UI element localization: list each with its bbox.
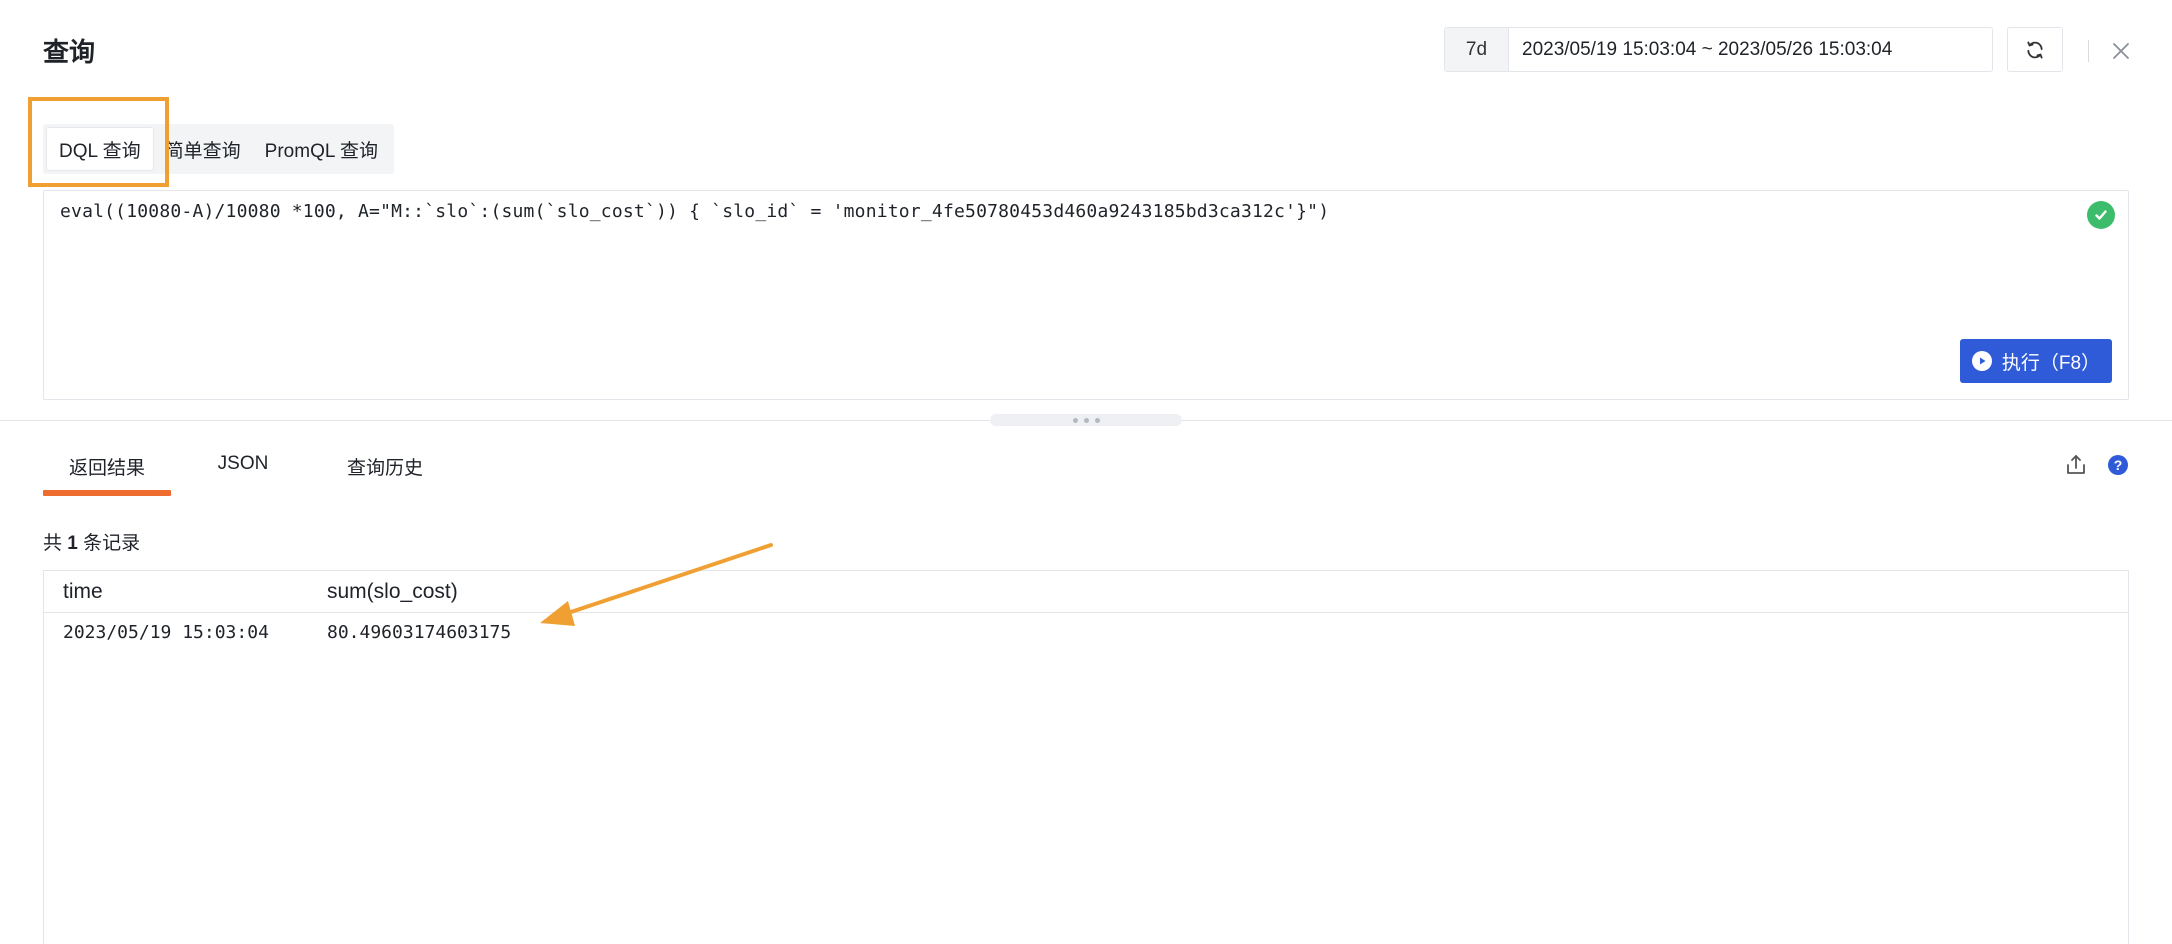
check-circle-icon xyxy=(2087,201,2115,229)
resize-handle[interactable] xyxy=(990,414,1182,426)
refresh-button[interactable] xyxy=(2007,27,2063,72)
cell-sum-slo-cost: 80.49603174603175 xyxy=(327,622,512,643)
result-tabs: 返回结果 JSON 查询历史 xyxy=(43,452,455,496)
results-table: time sum(slo_cost) 2023/05/19 15:03:04 8… xyxy=(43,570,2129,944)
tab-simple-query[interactable]: 简单查询 xyxy=(153,128,253,170)
column-header-sum-slo-cost[interactable]: sum(slo_cost) xyxy=(327,580,458,604)
play-icon xyxy=(1971,351,1992,371)
time-range-picker[interactable]: 7d 2023/05/19 15:03:04 ~ 2023/05/26 15:0… xyxy=(1444,27,1993,72)
time-preset[interactable]: 7d xyxy=(1445,28,1509,71)
record-count-suffix: 条记录 xyxy=(83,533,141,554)
cell-time: 2023/05/19 15:03:04 xyxy=(63,622,269,643)
run-button-label: 执行（F8） xyxy=(2001,352,2101,374)
page-title: 查询 xyxy=(43,37,96,67)
record-count-prefix: 共 xyxy=(43,533,63,554)
tab-query-history[interactable]: 查询历史 xyxy=(315,452,455,496)
help-icon[interactable]: ? xyxy=(2108,455,2128,475)
tab-results[interactable]: 返回结果 xyxy=(43,452,171,496)
column-header-time[interactable]: time xyxy=(63,580,103,604)
close-icon xyxy=(2113,43,2129,59)
time-range-value[interactable]: 2023/05/19 15:03:04 ~ 2023/05/26 15:03:0… xyxy=(1509,28,1992,71)
header-divider xyxy=(2088,40,2089,62)
export-icon[interactable] xyxy=(2064,453,2088,477)
table-row[interactable]: 2023/05/19 15:03:04 80.49603174603175 xyxy=(44,613,2128,653)
query-code[interactable]: eval((10080-A)/10080 *100, A="M::`slo`:(… xyxy=(60,201,1329,222)
tab-json[interactable]: JSON xyxy=(171,452,315,496)
tab-dql-query[interactable]: DQL 查询 xyxy=(47,128,153,170)
table-header: time sum(slo_cost) xyxy=(44,571,2128,613)
record-count-number: 1 xyxy=(67,533,78,554)
query-mode-tabs: DQL 查询 简单查询 PromQL 查询 xyxy=(43,124,394,174)
query-editor[interactable]: eval((10080-A)/10080 *100, A="M::`slo`:(… xyxy=(43,190,2129,400)
tab-promql-query[interactable]: PromQL 查询 xyxy=(253,128,390,170)
record-count: 共 1 条记录 xyxy=(43,528,140,555)
run-button[interactable]: 执行（F8） xyxy=(1960,339,2112,383)
refresh-icon xyxy=(2027,41,2043,58)
close-button[interactable] xyxy=(2108,38,2134,64)
